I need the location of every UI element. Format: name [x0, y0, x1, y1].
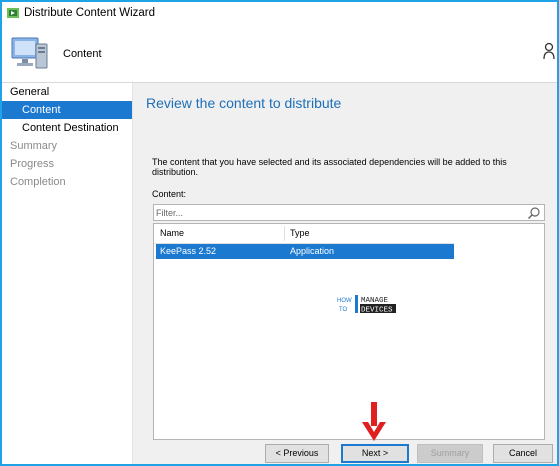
step-progress[interactable]: Progress [2, 155, 132, 173]
page-heading: Content [63, 48, 102, 60]
next-button[interactable]: Next > [341, 444, 409, 463]
watermark-logo: HOW TO MANAGE DEVICES [337, 295, 396, 315]
previous-button[interactable]: < Previous [265, 444, 329, 463]
step-list: General Content Content Destination Summ… [2, 83, 132, 191]
step-content-destination[interactable]: Content Destination [2, 119, 132, 137]
wizard-icon [7, 8, 19, 18]
step-general[interactable]: General [2, 83, 132, 101]
grid-header: Name Type [154, 224, 454, 244]
watermark-how: HOW [337, 298, 352, 304]
wizard-window: Distribute Content Wizard Content Genera… [0, 0, 559, 466]
cell-type: Application [290, 246, 335, 256]
wizard-header: Content [2, 26, 557, 83]
summary-button[interactable]: Summary [417, 444, 483, 463]
window-title: Distribute Content Wizard [24, 7, 156, 19]
column-divider[interactable] [284, 226, 285, 241]
content-grid: Name Type KeePass 2.52 Application HOW T… [153, 223, 545, 440]
cancel-button[interactable]: Cancel [493, 444, 553, 463]
watermark-to: TO [339, 307, 348, 313]
search-icon[interactable] [527, 206, 541, 220]
step-content[interactable]: Content [2, 101, 132, 119]
cell-name: KeePass 2.52 [160, 246, 217, 256]
description-text: The content that you have selected and i… [152, 157, 507, 177]
main-panel: Review the content to distribute The con… [133, 83, 557, 442]
red-arrow-icon [362, 402, 386, 441]
title-bar: Distribute Content Wizard [2, 2, 557, 26]
filter-input[interactable] [156, 206, 516, 219]
button-bar: < Previous Next > Summary Cancel [133, 442, 557, 464]
section-title: Review the content to distribute [146, 95, 342, 111]
filter-box [153, 204, 545, 221]
wizard-steps-sidebar: General Content Content Destination Summ… [2, 83, 133, 464]
table-row[interactable]: KeePass 2.52 Application [156, 244, 454, 259]
step-summary[interactable]: Summary [2, 137, 132, 155]
column-header-name[interactable]: Name [160, 228, 184, 238]
computer-icon [11, 37, 48, 69]
watermark-devices: DEVICES [361, 307, 393, 315]
user-icon [543, 42, 555, 60]
content-label: Content: [152, 189, 187, 199]
column-header-type[interactable]: Type [290, 228, 310, 238]
step-completion[interactable]: Completion [2, 173, 132, 191]
watermark-manage: MANAGE [361, 297, 389, 305]
